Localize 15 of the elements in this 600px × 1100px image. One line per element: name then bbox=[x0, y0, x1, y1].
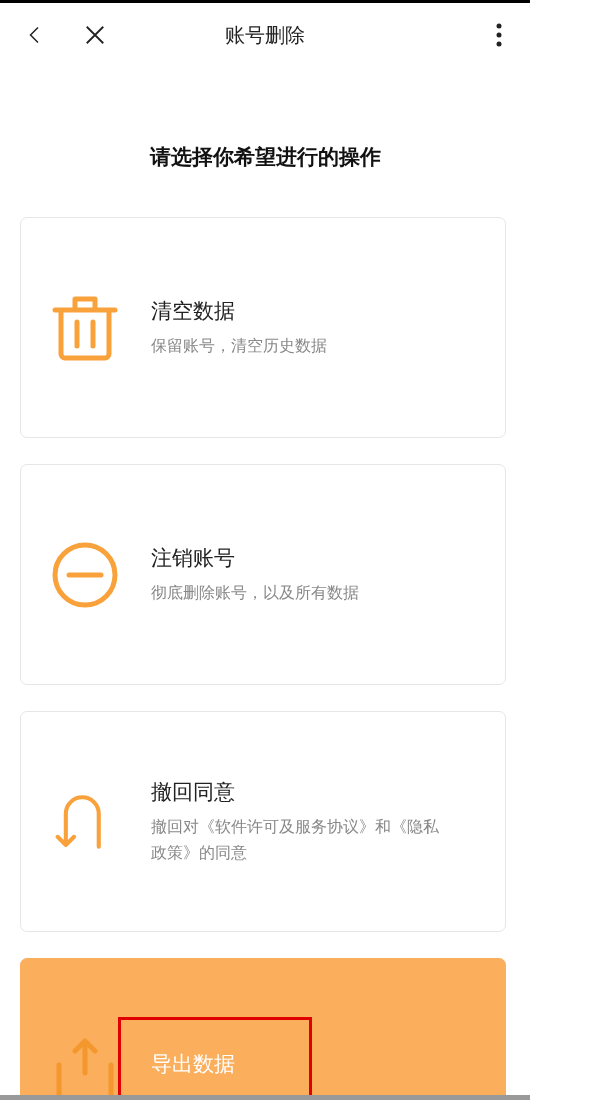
option-title: 撤回同意 bbox=[151, 778, 236, 806]
close-icon[interactable] bbox=[84, 24, 106, 46]
option-description: 彻底删除账号，以及所有数据 bbox=[151, 581, 360, 604]
minus-circle-icon bbox=[51, 540, 119, 609]
option-card[interactable]: 撤回同意 撤回对《软件许可及服务协议》和《隐私政策》的同意 bbox=[20, 711, 506, 932]
page-title: 账号删除 bbox=[225, 21, 305, 49]
option-card[interactable]: 清空数据 保留账号，清空历史数据 bbox=[20, 217, 506, 438]
option-title: 清空数据 bbox=[151, 297, 236, 325]
option-card[interactable]: 注销账号 彻底删除账号，以及所有数据 bbox=[20, 464, 506, 685]
option-description: 保留账号，清空历史数据 bbox=[151, 334, 328, 357]
option-title: 注销账号 bbox=[151, 544, 236, 572]
option-title: 导出数据 bbox=[151, 1050, 236, 1078]
option-description: 撤回对《软件许可及服务协议》和《隐私政策》的同意 bbox=[151, 815, 440, 864]
more-icon[interactable] bbox=[496, 23, 502, 47]
prompt-heading: 请选择你希望进行的操作 bbox=[148, 144, 382, 171]
